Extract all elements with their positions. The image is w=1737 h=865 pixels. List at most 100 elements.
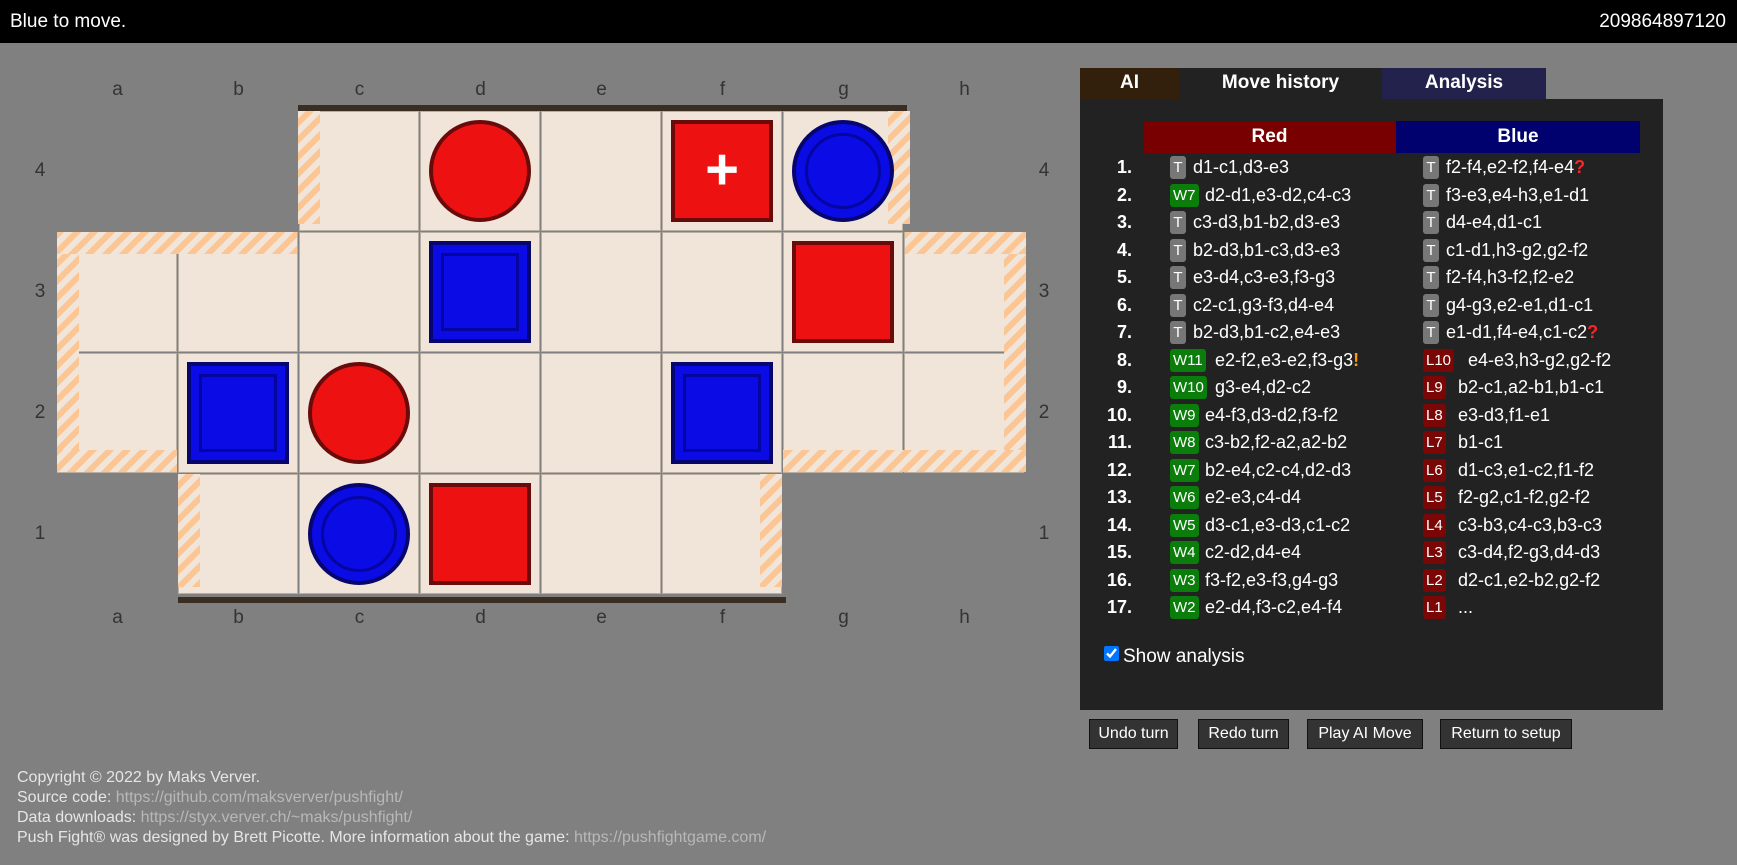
return-to-setup-button[interactable]: Return to setup [1440, 719, 1572, 749]
blue-round-piece-g4[interactable] [792, 120, 894, 222]
redo-turn-button[interactable]: Redo turn [1198, 719, 1289, 749]
red-move-text[interactable]: e2-d4,f3-c2,e4-f4 [1205, 597, 1342, 618]
blue-move-text[interactable]: b1-c1 [1458, 432, 1503, 453]
move-row[interactable]: 12. W7 b2-e4,c2-c4,d2-d3 L6 d1-c3,e1-c2,f1-f… [1080, 457, 1663, 484]
red-round-piece-d4[interactable] [429, 120, 531, 222]
data-downloads-link[interactable]: https://styx.verver.ch/~maks/pushfight/ [141, 809, 413, 826]
red-move-text[interactable]: c3-d3,b1-b2,d3-e3 [1193, 212, 1340, 233]
red-move-notation: e2-f2,e3-e2,f3-g3 [1215, 349, 1354, 370]
square-e1[interactable] [541, 474, 661, 594]
blue-move-text[interactable]: f2-f4,e2-f2,f4-e4? [1446, 157, 1585, 178]
red-move-tag: T [1170, 238, 1186, 262]
source-code-label: Source code: [17, 789, 112, 806]
blue-move-text[interactable]: d2-c1,e2-b2,g2-f2 [1458, 570, 1600, 591]
undo-turn-button[interactable]: Undo turn [1089, 719, 1178, 749]
square-f3[interactable] [662, 232, 782, 352]
red-move-text[interactable]: e2-e3,c4-d4 [1205, 487, 1301, 508]
move-number: 13. [1106, 487, 1132, 507]
red-move-text[interactable]: e4-f3,d3-d2,f3-f2 [1205, 405, 1338, 426]
blue-move-text[interactable]: f2-f4,h3-f2,f2-e2 [1446, 267, 1574, 288]
tab-analysis[interactable]: Analysis [1382, 68, 1546, 99]
red-move-tag: W2 [1170, 596, 1199, 619]
square-c3[interactable] [299, 232, 419, 352]
blue-move-text[interactable]: e1-d1,f4-e4,c1-c2? [1446, 322, 1598, 343]
blue-move-text[interactable]: d1-c3,e1-c2,f1-f2 [1458, 460, 1594, 481]
footer: Copyright © 2022 by Maks Verver. Source … [17, 768, 766, 848]
move-row[interactable]: 2. W7 d2-d1,e3-d2,c4-c3 Tf3-e3,e4-h3,e1-d1 [1080, 182, 1663, 209]
blue-square-piece-d3[interactable] [429, 241, 531, 343]
blue-move-text[interactable]: c3-d4,f2-g3,d4-d3 [1458, 542, 1600, 563]
blue-move-notation: f2-f4,e2-f2,f4-e4 [1446, 157, 1575, 177]
move-row[interactable]: 6. Tc2-c1,g3-f3,d4-e4 Tg4-g3,e2-e1,d1-c1 [1080, 292, 1663, 319]
play-ai-move-button[interactable]: Play AI Move [1307, 719, 1423, 749]
blue-move-text[interactable]: b2-c1,a2-b1,b1-c1 [1458, 377, 1604, 398]
move-number: 16. [1106, 569, 1132, 590]
move-row[interactable]: 8. W11 e2-f2,e3-e2,f3-g3! L10 e4-e3,h3-g2,g2… [1080, 347, 1663, 374]
show-analysis-toggle[interactable]: Show analysis [1104, 646, 1244, 668]
move-row[interactable]: 13. W6 e2-e3,c4-d4 L5 f2-g2,c1-f2,g2-f2 [1080, 484, 1663, 511]
red-move-tag: W11 [1170, 348, 1206, 372]
blue-square-piece-b2[interactable] [187, 362, 289, 464]
blue-move-text[interactable]: e3-d3,f1-e1 [1458, 405, 1550, 426]
red-move-text[interactable]: c2-d2,d4-e4 [1205, 542, 1301, 563]
move-number: 10. [1106, 404, 1132, 425]
blue-move-tag: L9 [1423, 376, 1446, 399]
blue-move-text[interactable]: f2-g2,c1-f2,g2-f2 [1458, 487, 1590, 508]
blue-move-text[interactable]: ... [1458, 597, 1473, 618]
square-e3[interactable] [541, 232, 661, 352]
red-square-piece-d1[interactable] [429, 483, 531, 585]
move-row[interactable]: 1. Td1-c1,d3-e3 Tf2-f4,e2-f2,f4-e4? [1080, 154, 1663, 181]
tab-move-history[interactable]: Move history [1179, 68, 1382, 99]
move-number: 6. [1116, 294, 1132, 315]
blue-move-tag: L5 [1423, 486, 1446, 509]
red-move-text[interactable]: c3-b2,f2-a2,a2-b2 [1205, 432, 1347, 453]
edge-hatching [905, 232, 1026, 254]
red-move-text[interactable]: b2-d3,b1-c2,e4-e3 [1193, 322, 1340, 343]
red-move-text[interactable]: e3-d4,c3-e3,f3-g3 [1193, 267, 1335, 288]
red-move-notation: e2-d4,f3-c2,e4-f4 [1205, 597, 1343, 617]
blue-move-text[interactable]: c3-b3,c4-c3,b3-c3 [1458, 515, 1602, 536]
move-row[interactable]: 14. W5 d3-c1,e3-d3,c1-c2 L4 c3-b3,c4-c3,b3-c… [1080, 512, 1663, 539]
move-row[interactable]: 11. W8 c3-b2,f2-a2,a2-b2 L7 b1-c1 [1080, 429, 1663, 456]
red-move-text[interactable]: b2-e4,c2-c4,d2-d3 [1205, 460, 1351, 481]
move-row[interactable]: 15. W4 c2-d2,d4-e4 L3 c3-d4,f2-g3,d4-d3 [1080, 539, 1663, 566]
blue-move-text[interactable]: e4-e3,h3-g2,g2-f2 [1468, 350, 1611, 371]
red-move-text[interactable]: d1-c1,d3-e3 [1193, 157, 1289, 178]
file-label: f [719, 607, 726, 628]
move-row[interactable]: 4. Tb2-d3,b1-c3,d3-e3 Tc1-d1,h3-g2,g2-f2 [1080, 237, 1663, 264]
red-square-piece-g3[interactable] [792, 241, 894, 343]
blue-move-text[interactable]: d4-e4,d1-c1 [1446, 212, 1542, 233]
move-row[interactable]: 17. W2 e2-d4,f3-c2,e4-f4 L1... [1080, 594, 1663, 621]
tab-ai[interactable]: AI [1080, 68, 1179, 99]
show-analysis-checkbox[interactable] [1104, 646, 1119, 661]
blue-move-text[interactable]: c1-d1,h3-g2,g2-f2 [1446, 240, 1588, 261]
red-move-text[interactable]: e2-f2,e3-e2,f3-g3! [1215, 350, 1359, 371]
move-row[interactable]: 16. W3 f3-f2,e3-f3,g4-g3 L2 d2-c1,e2-b2,g2-f… [1080, 567, 1663, 594]
red-round-piece-c2[interactable] [308, 362, 410, 464]
red-move-text[interactable]: f3-f2,e3-f3,g4-g3 [1205, 570, 1338, 591]
square-e2[interactable] [541, 353, 661, 473]
move-row[interactable]: 7. Tb2-d3,b1-c2,e4-e3 Te1-d1,f4-e4,c1-c2? [1080, 319, 1663, 346]
move-row[interactable]: 9. W10 g3-e4,d2-c2 L9 b2-c1,a2-b1,b1-c1 [1080, 374, 1663, 401]
file-label: h [959, 79, 970, 100]
blue-move-text[interactable]: g4-g3,e2-e1,d1-c1 [1446, 295, 1593, 316]
red-move-text[interactable]: d3-c1,e3-d3,c1-c2 [1205, 515, 1350, 536]
red-move-text[interactable]: d2-d1,e3-d2,c4-c3 [1205, 185, 1351, 206]
game-website-link[interactable]: https://pushfightgame.com/ [574, 829, 766, 846]
blue-move-tag: T [1423, 293, 1439, 317]
blue-move-tag: T [1423, 211, 1439, 234]
blue-move-text[interactable]: f3-e3,e4-h3,e1-d1 [1446, 185, 1589, 206]
source-code-link[interactable]: https://github.com/maksverver/pushfight/ [116, 789, 403, 806]
red-move-text[interactable]: b2-d3,b1-c3,d3-e3 [1193, 240, 1340, 261]
move-row[interactable]: 10. W9 e4-f3,d3-d2,f3-f2 L8 e3-d3,f1-e1 [1080, 402, 1663, 429]
red-square-piece-f4[interactable]: + [671, 120, 773, 222]
blue-square-piece-f2[interactable] [671, 362, 773, 464]
move-row[interactable]: 5. Te3-d4,c3-e3,f3-g3 Tf2-f4,h3-f2,f2-e2 [1080, 264, 1663, 291]
red-move-text[interactable]: g3-e4,d2-c2 [1215, 377, 1311, 398]
square-e4[interactable] [541, 111, 661, 231]
move-row[interactable]: 3. Tc3-d3,b1-b2,d3-e3 Td4-e4,d1-c1 [1080, 209, 1663, 236]
blue-move-tag: L6 [1423, 458, 1446, 482]
square-d2[interactable] [420, 353, 540, 473]
blue-round-piece-c1[interactable] [308, 483, 410, 585]
red-move-text[interactable]: c2-c1,g3-f3,d4-e4 [1193, 295, 1334, 316]
